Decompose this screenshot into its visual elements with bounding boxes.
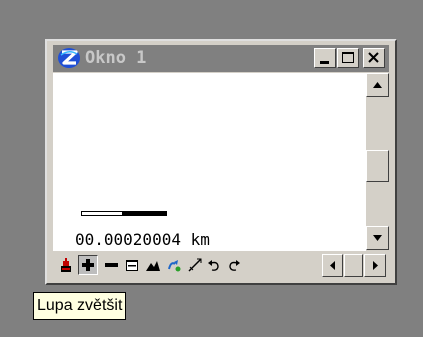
- scroll-thumb-horizontal[interactable]: [344, 254, 363, 277]
- zoom-in-button[interactable]: [78, 255, 98, 275]
- title-bar[interactable]: Okno 1: [53, 45, 389, 72]
- stylized-z-logo-icon[interactable]: [57, 47, 81, 69]
- window-title: Okno 1: [85, 48, 147, 68]
- measure-button[interactable]: [186, 256, 204, 274]
- map-toolbar: [53, 253, 389, 279]
- zoom-in-tooltip: Lupa zvětšit: [33, 292, 127, 320]
- zoom-extent-button[interactable]: [144, 256, 162, 274]
- pointer-tool-button[interactable]: [57, 256, 75, 274]
- pan-button[interactable]: [165, 256, 183, 274]
- scroll-right-button[interactable]: [364, 254, 386, 277]
- map-canvas[interactable]: 00.00020004 km: [53, 73, 366, 251]
- zoom-window-button[interactable]: [123, 256, 141, 274]
- maximize-button[interactable]: [337, 48, 359, 68]
- map-window: Okno 1 00.00020004 km: [45, 39, 397, 285]
- vertical-scrollbar[interactable]: [366, 73, 389, 251]
- scale-bar-graphic: [81, 211, 167, 216]
- scroll-down-button[interactable]: [366, 226, 389, 250]
- scroll-thumb[interactable]: [366, 150, 389, 182]
- scroll-left-button[interactable]: [322, 254, 343, 277]
- zoom-out-button[interactable]: [102, 256, 120, 274]
- redo-button[interactable]: [225, 256, 243, 274]
- scroll-up-button[interactable]: [366, 73, 389, 97]
- close-button[interactable]: [363, 48, 385, 68]
- scale-label: 00.00020004 km: [75, 230, 210, 249]
- minimize-button[interactable]: [314, 48, 336, 68]
- undo-button[interactable]: [205, 256, 223, 274]
